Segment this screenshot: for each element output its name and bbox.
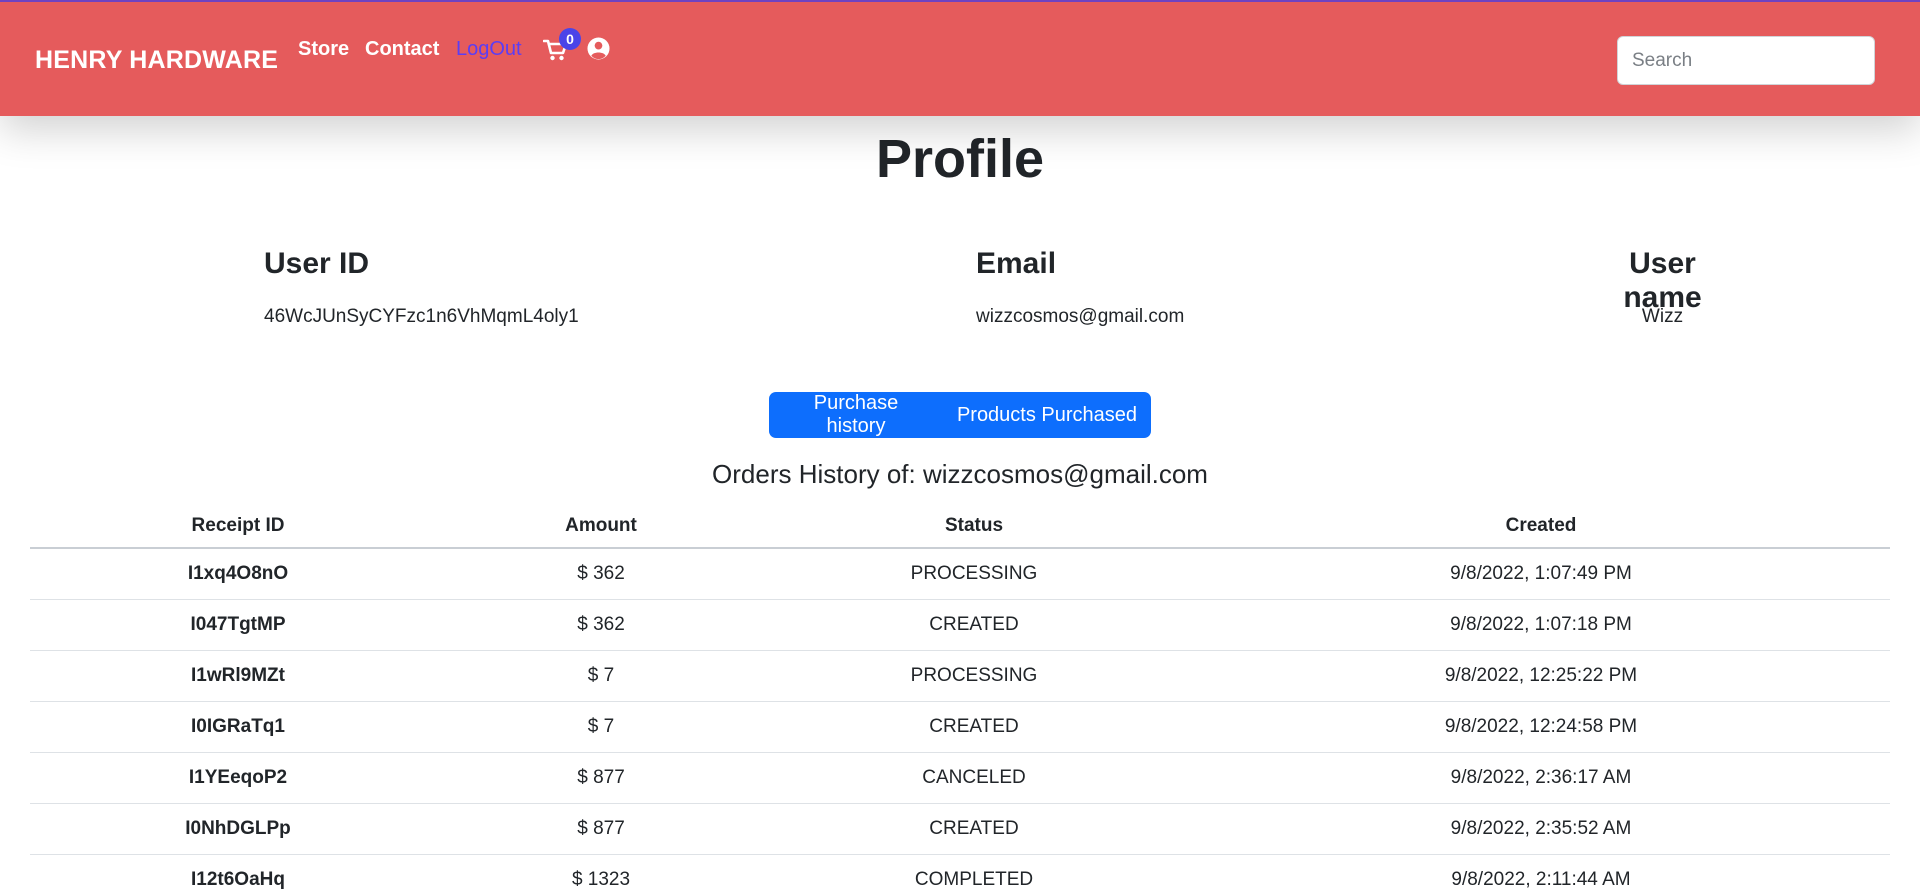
receipt-id-cell: I047TgtMP	[30, 599, 446, 651]
username-label: User name	[1623, 247, 1702, 314]
page-title: Profile	[875, 129, 1045, 189]
status-cell: PROCESSING	[756, 548, 1192, 600]
receipt-id-cell: I1YEeqoP2	[30, 752, 446, 804]
receipt-id-cell: I1xq4O8nO	[30, 548, 446, 600]
receipt-id-cell: I0NhDGLPp	[30, 803, 446, 855]
created-cell: 9/8/2022, 1:07:18 PM	[1192, 599, 1890, 651]
status-cell: PROCESSING	[756, 650, 1192, 702]
table-row: I0IGRaTq1 $ 7 CREATED 9/8/2022, 12:24:58…	[30, 701, 1890, 753]
brand-logo[interactable]: HENRY HARDWARE	[35, 46, 278, 75]
amount-cell: $ 7	[446, 650, 756, 702]
column-receipt-id: Receipt ID	[30, 505, 446, 549]
status-cell: CREATED	[756, 701, 1192, 753]
column-amount: Amount	[446, 505, 756, 549]
created-cell: 9/8/2022, 2:11:44 AM	[1192, 854, 1890, 892]
column-created: Created	[1192, 505, 1890, 549]
nav-contact-link[interactable]: Contact	[365, 38, 439, 61]
table-row: I1wRl9MZt $ 7 PROCESSING 9/8/2022, 12:25…	[30, 650, 1890, 702]
nav-store-link[interactable]: Store	[298, 38, 349, 61]
amount-cell: $ 362	[446, 548, 756, 600]
products-purchased-button[interactable]: Products Purchased	[943, 392, 1151, 438]
table-header-row: Receipt ID Amount Status Created	[30, 505, 1890, 549]
cart-count-badge: 0	[559, 28, 581, 50]
orders-table: Receipt ID Amount Status Created I1xq4O8…	[30, 505, 1890, 892]
receipt-id-cell: I12t6OaHq	[30, 854, 446, 892]
nav-logout-link[interactable]: LogOut	[456, 38, 522, 61]
search-input[interactable]	[1617, 36, 1875, 85]
amount-cell: $ 1323	[446, 854, 756, 892]
table-row: I0NhDGLPp $ 877 CREATED 9/8/2022, 2:35:5…	[30, 803, 1890, 855]
profile-tab-group: Purchase history Products Purchased	[769, 392, 1151, 438]
created-cell: 9/8/2022, 2:36:17 AM	[1192, 752, 1890, 804]
amount-cell: $ 362	[446, 599, 756, 651]
orders-history-title: Orders History of: wizzcosmos@gmail.com	[712, 459, 1208, 489]
status-cell: CREATED	[756, 803, 1192, 855]
amount-cell: $ 877	[446, 752, 756, 804]
email-label: Email	[976, 247, 1057, 280]
status-cell: COMPLETED	[756, 854, 1192, 892]
user-circle-icon[interactable]	[587, 37, 610, 60]
column-status: Status	[756, 505, 1192, 549]
table-row: I1YEeqoP2 $ 877 CANCELED 9/8/2022, 2:36:…	[30, 752, 1890, 804]
table-row: I1xq4O8nO $ 362 PROCESSING 9/8/2022, 1:0…	[30, 548, 1890, 600]
table-row: I12t6OaHq $ 1323 COMPLETED 9/8/2022, 2:1…	[30, 854, 1890, 892]
table-row: I047TgtMP $ 362 CREATED 9/8/2022, 1:07:1…	[30, 599, 1890, 651]
user-id-label: User ID	[264, 247, 370, 280]
amount-cell: $ 7	[446, 701, 756, 753]
status-cell: CREATED	[756, 599, 1192, 651]
purchase-history-button[interactable]: Purchase history	[769, 392, 943, 438]
created-cell: 9/8/2022, 1:07:49 PM	[1192, 548, 1890, 600]
created-cell: 9/8/2022, 12:25:22 PM	[1192, 650, 1890, 702]
created-cell: 9/8/2022, 2:35:52 AM	[1192, 803, 1890, 855]
receipt-id-cell: I1wRl9MZt	[30, 650, 446, 702]
navbar: HENRY HARDWARE Store Contact LogOut 0	[0, 0, 1920, 116]
email-value: wizzcosmos@gmail.com	[976, 306, 1185, 327]
username-value: Wizz	[1641, 306, 1684, 327]
amount-cell: $ 877	[446, 803, 756, 855]
receipt-id-cell: I0IGRaTq1	[30, 701, 446, 753]
status-cell: CANCELED	[756, 752, 1192, 804]
user-id-value: 46WcJUnSyCYFzc1n6VhMqmL4oly1	[264, 306, 579, 327]
created-cell: 9/8/2022, 12:24:58 PM	[1192, 701, 1890, 753]
